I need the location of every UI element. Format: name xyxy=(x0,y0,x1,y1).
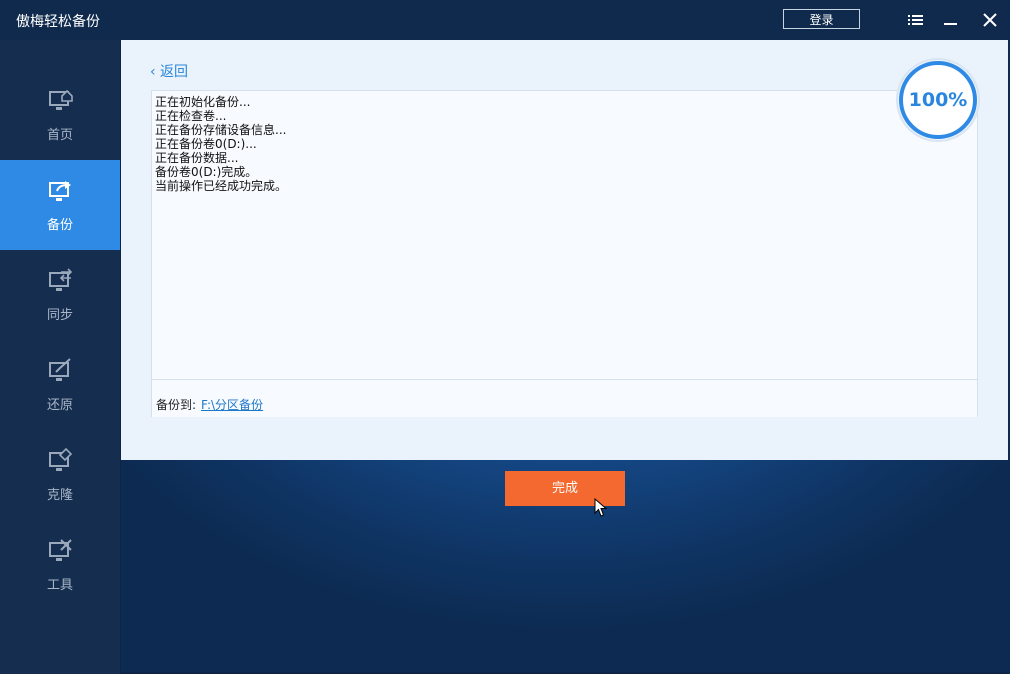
back-link[interactable]: ‹ 返回 xyxy=(150,61,188,81)
log-line: 正在初始化备份... xyxy=(155,95,251,109)
restore-icon xyxy=(49,358,71,381)
sidebar-item-label: 还原 xyxy=(46,398,73,413)
sync-icon xyxy=(49,268,73,291)
menu-icon[interactable] xyxy=(905,10,925,30)
sidebar-item-tools[interactable]: 工具 xyxy=(0,520,120,610)
log-footer: 备份到: F:\分区备份 xyxy=(152,379,977,417)
backup-export-icon xyxy=(49,181,71,201)
sidebar-item-clone[interactable]: 克隆 xyxy=(0,430,120,520)
tools-icon xyxy=(49,539,72,561)
log-line: 正在检查卷... xyxy=(155,109,227,123)
sidebar-item-sync[interactable]: 同步 xyxy=(0,250,120,340)
sidebar-item-label: 首页 xyxy=(46,128,73,143)
log-line: 备份卷0(D:)完成。 xyxy=(155,165,258,179)
home-monitor-icon xyxy=(49,89,73,110)
sidebar-item-label: 备份 xyxy=(46,218,73,233)
sidebar-item-label: 克隆 xyxy=(46,488,73,503)
close-icon[interactable] xyxy=(980,10,1000,30)
log-lines: 正在初始化备份... 正在检查卷... 正在备份存储设备信息... 正在备份卷0… xyxy=(155,95,287,193)
destination-label: 备份到: xyxy=(156,398,197,412)
clone-icon xyxy=(49,447,73,471)
sidebar-item-restore[interactable]: 还原 xyxy=(0,340,120,430)
app-title: 傲梅轻松备份 xyxy=(16,14,100,30)
sidebar-item-label: 工具 xyxy=(46,578,73,593)
sidebar-item-label: 同步 xyxy=(46,308,73,323)
log-line: 正在备份数据... xyxy=(155,151,239,165)
log-line: 正在备份卷0(D:)... xyxy=(155,137,257,151)
minimize-icon[interactable] xyxy=(940,10,960,30)
title-bar: 傲梅轻松备份 登录 xyxy=(0,0,1010,40)
progress-percent: 100% xyxy=(908,89,968,111)
sidebar-item-backup[interactable]: 备份 xyxy=(0,160,120,250)
sidebar: 首页 备份 同步 还原 克隆 工具 xyxy=(0,40,120,674)
operation-log: 正在初始化备份... 正在检查卷... 正在备份存储设备信息... 正在备份卷0… xyxy=(151,90,978,417)
login-button[interactable]: 登录 xyxy=(783,9,860,29)
destination-link[interactable]: F:\分区备份 xyxy=(201,396,263,413)
log-line: 当前操作已经成功完成。 xyxy=(155,179,288,193)
log-line: 正在备份存储设备信息... xyxy=(155,123,287,137)
mouse-cursor-icon xyxy=(594,498,608,517)
sidebar-item-home[interactable]: 首页 xyxy=(0,70,120,160)
